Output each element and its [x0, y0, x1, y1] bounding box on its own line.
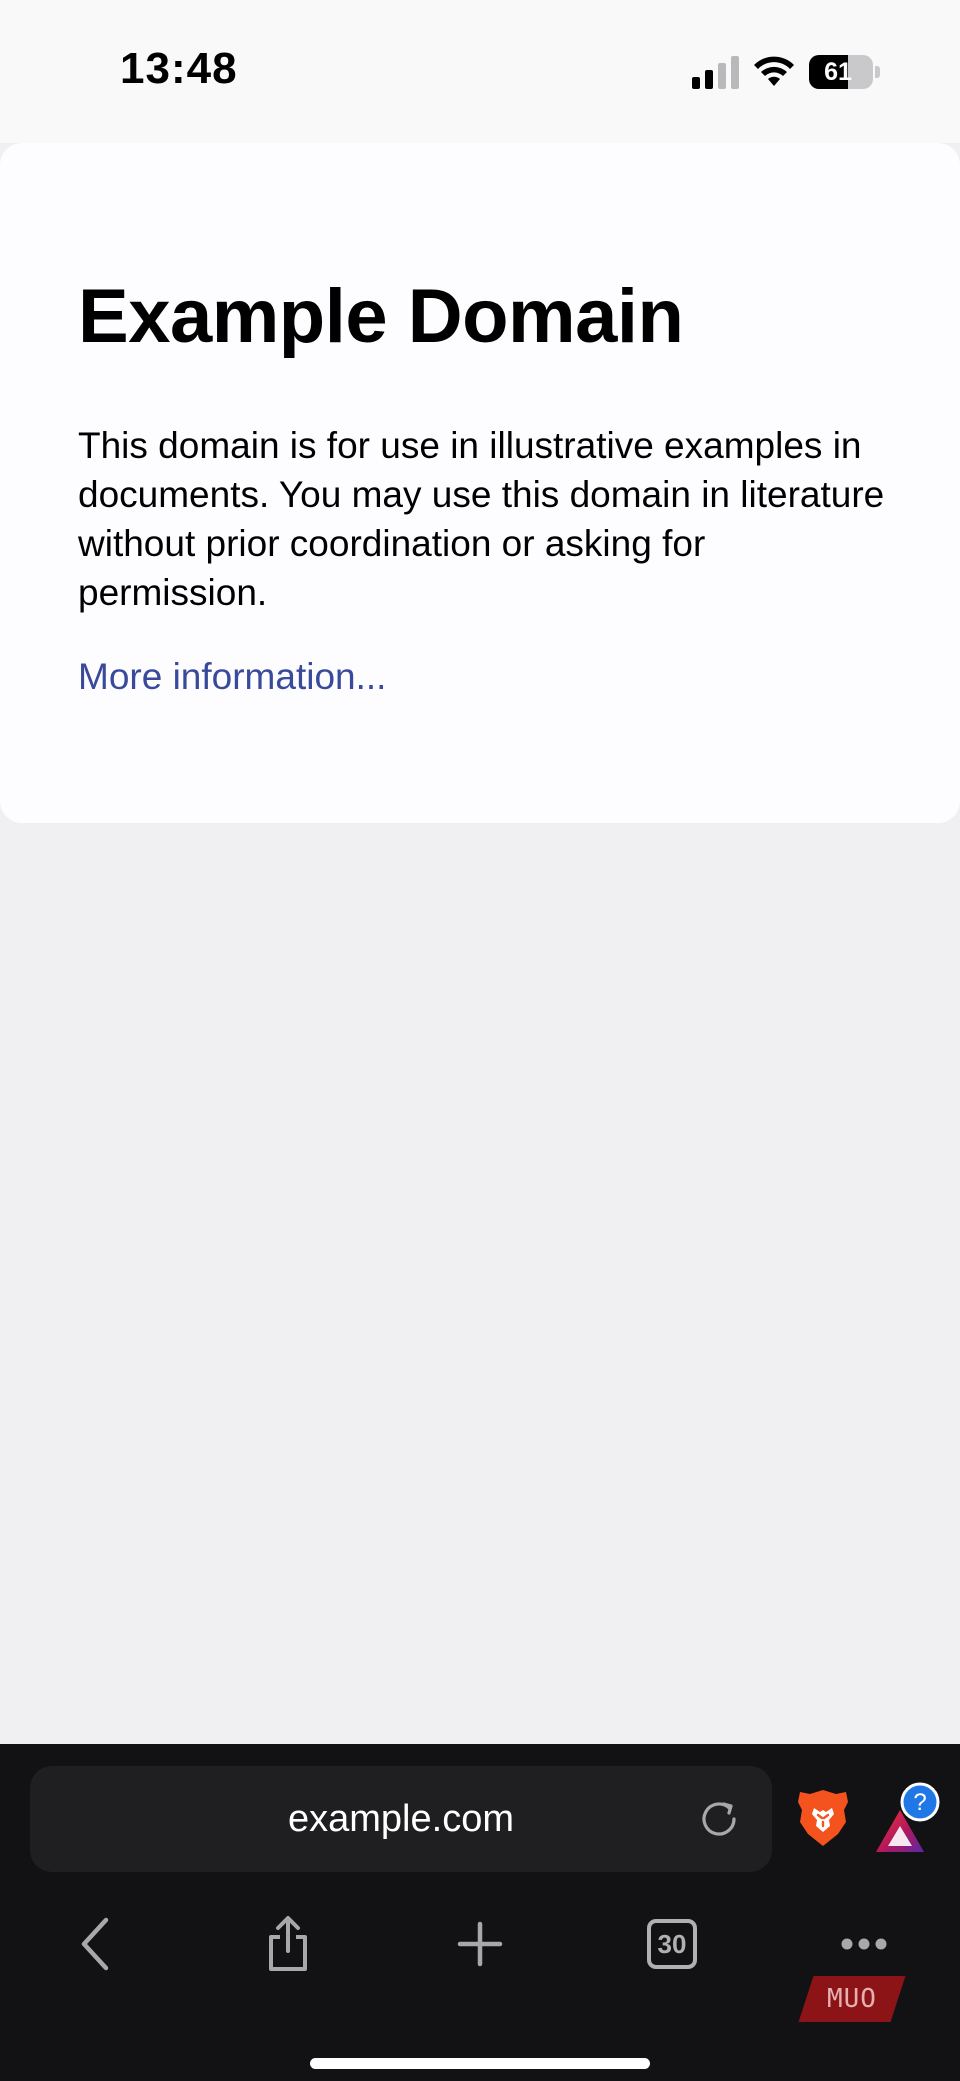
brave-rewards-icon[interactable]: ? — [872, 1778, 942, 1858]
battery-icon: 61 — [809, 55, 873, 89]
web-page-content: Example Domain This domain is for use in… — [0, 143, 960, 823]
brave-shields-icon[interactable] — [796, 1788, 850, 1848]
status-bar: 13:48 61 — [0, 0, 960, 143]
status-time: 13:48 — [120, 44, 238, 93]
more-information-link[interactable]: More information... — [78, 656, 386, 698]
cellular-signal-icon — [692, 55, 739, 89]
back-icon — [81, 1917, 109, 1971]
home-indicator — [310, 2058, 650, 2069]
status-icons: 61 — [692, 52, 880, 92]
more-icon — [841, 1938, 887, 1950]
share-button[interactable] — [248, 1904, 328, 1984]
new-tab-icon — [457, 1921, 503, 1967]
address-bar[interactable]: example.com — [30, 1766, 772, 1872]
browser-toolbar: example.com ? 30 MUO — [0, 1744, 960, 2081]
wifi-icon — [754, 56, 794, 86]
reload-icon[interactable] — [696, 1796, 742, 1842]
muo-watermark: MUO — [798, 1976, 906, 2022]
more-button[interactable] — [824, 1904, 904, 1984]
watermark-text: MUO — [827, 1984, 877, 2014]
tabs-icon: 30 — [647, 1919, 697, 1969]
rewards-badge: ? — [913, 1789, 926, 1816]
battery-level: 61 — [824, 57, 852, 86]
back-button[interactable] — [56, 1904, 136, 1984]
page-title: Example Domain — [78, 274, 684, 359]
page-body-text: This domain is for use in illustrative e… — [78, 425, 885, 613]
tabs-button[interactable]: 30 — [632, 1904, 712, 1984]
new-tab-button[interactable] — [440, 1904, 520, 1984]
share-icon — [269, 1916, 307, 1971]
url-text: example.com — [288, 1797, 514, 1840]
